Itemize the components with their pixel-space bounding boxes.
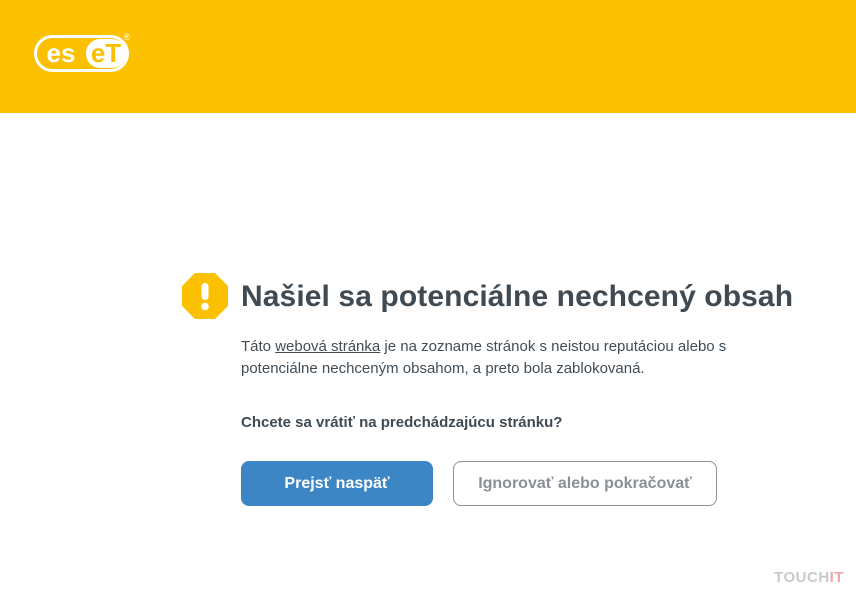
svg-text:eT: eT bbox=[91, 38, 121, 68]
description-text: Táto webová stránka je na zozname stráno… bbox=[241, 336, 761, 380]
eset-logo: es eT ® bbox=[34, 32, 134, 81]
page-title: Našiel sa potenciálne nechcený obsah bbox=[241, 280, 794, 313]
return-question: Chcete sa vrátiť na predchádzajúcu strán… bbox=[241, 414, 563, 431]
ignore-continue-button[interactable]: Ignorovať alebo pokračovať bbox=[453, 461, 717, 506]
svg-text:es: es bbox=[47, 38, 76, 68]
description-prefix: Táto bbox=[241, 338, 276, 355]
warning-octagon-icon bbox=[182, 273, 228, 319]
svg-text:®: ® bbox=[124, 32, 131, 42]
website-link[interactable]: webová stránka bbox=[275, 338, 380, 355]
eset-logo-image: es eT ® bbox=[34, 32, 131, 72]
watermark-part1: TOUCH bbox=[774, 569, 830, 586]
header-bar: es eT ® bbox=[0, 0, 856, 113]
watermark-part2: IT bbox=[829, 569, 844, 586]
go-back-button[interactable]: Prejsť naspäť bbox=[241, 461, 433, 506]
watermark: TOUCHIT bbox=[774, 569, 844, 586]
